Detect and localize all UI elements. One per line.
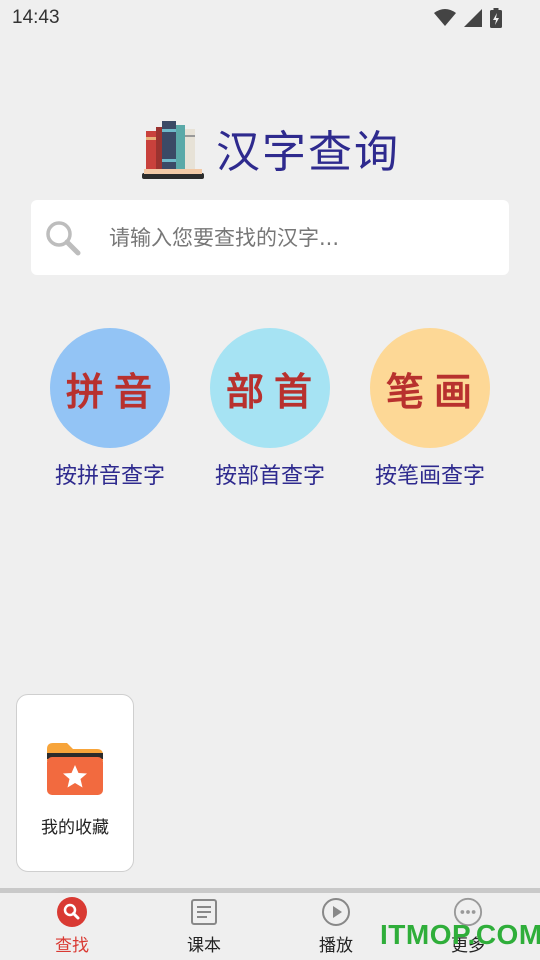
category-pinyin-button[interactable]: 拼音 按拼音查字 bbox=[40, 328, 180, 498]
favorites-label: 我的收藏 bbox=[41, 818, 109, 838]
favorites-card[interactable]: 我的收藏 bbox=[16, 694, 134, 872]
books-icon bbox=[142, 121, 204, 179]
page-title: 汉字查询 bbox=[216, 127, 400, 178]
tab-play-label: 播放 bbox=[319, 936, 353, 956]
stroke-circle-text: 笔画 bbox=[385, 368, 482, 414]
category-stroke-label: 按笔画查字 bbox=[374, 464, 485, 489]
watermark: ITMOP.COM bbox=[380, 919, 540, 950]
search-icon bbox=[46, 221, 81, 256]
document-icon bbox=[191, 899, 217, 925]
battery-icon bbox=[490, 8, 502, 28]
tab-search-label: 查找 bbox=[55, 936, 89, 956]
tab-textbook-label: 课本 bbox=[187, 936, 221, 956]
play-icon bbox=[322, 898, 350, 926]
wifi-icon bbox=[434, 9, 456, 26]
tab-search[interactable]: 查找 bbox=[22, 893, 122, 960]
status-time: 14:43 bbox=[12, 7, 60, 28]
pinyin-circle: 拼音 bbox=[50, 328, 170, 448]
search-input[interactable] bbox=[109, 200, 489, 275]
search-icon bbox=[57, 897, 87, 927]
tab-play[interactable]: 播放 bbox=[286, 893, 386, 960]
signal-icon bbox=[464, 9, 482, 27]
radical-circle: 部首 bbox=[210, 328, 330, 448]
stroke-circle: 笔画 bbox=[370, 328, 490, 448]
tab-textbook[interactable]: 课本 bbox=[154, 893, 254, 960]
category-pinyin-label: 按拼音查字 bbox=[54, 464, 165, 489]
search-box[interactable] bbox=[31, 200, 509, 275]
category-list: 拼音 按拼音查字 部首 按部首查字 笔画 按笔画查字 bbox=[0, 328, 540, 498]
app-header: 汉字查询 bbox=[0, 112, 540, 184]
pinyin-circle-text: 拼音 bbox=[65, 368, 162, 414]
status-bar: 14:43 bbox=[0, 0, 540, 36]
status-icons bbox=[434, 8, 502, 28]
category-stroke-button[interactable]: 笔画 按笔画查字 bbox=[360, 328, 500, 498]
radical-circle-text: 部首 bbox=[225, 368, 322, 414]
star-folder-icon bbox=[47, 743, 103, 795]
category-radical-label: 按部首查字 bbox=[214, 464, 325, 489]
category-radical-button[interactable]: 部首 按部首查字 bbox=[200, 328, 340, 498]
